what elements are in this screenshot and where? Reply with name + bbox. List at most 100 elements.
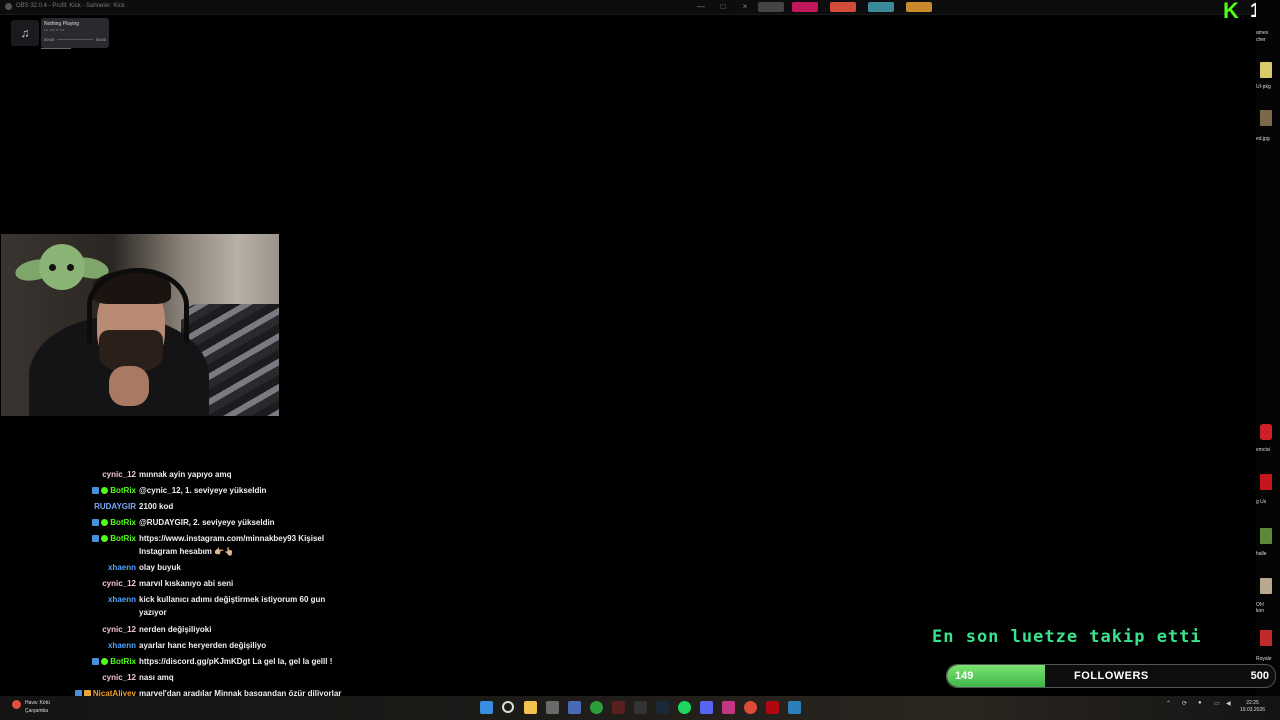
chat-text: @RUDAYGIR, 2. seviyeye yükseldin [139, 518, 275, 527]
thumbnail-3[interactable] [830, 2, 856, 12]
obs-title-bar: OBS 32.0.4 - Profil: Kick - Sahneler: Ki… [0, 0, 1256, 15]
minimize-button[interactable]: — [694, 2, 708, 12]
verified-badge-icon [101, 487, 109, 494]
game-icon [1260, 474, 1272, 490]
thumbnail-1[interactable] [758, 2, 784, 12]
chat-username: cynic_12 [102, 470, 136, 479]
obs-app-icon [5, 3, 12, 10]
kick-logo-icon: K [1223, 0, 1239, 23]
bot-badge-icon [92, 535, 100, 542]
sync-icon[interactable]: ⟳ [1182, 700, 1187, 707]
chat-username: BotRix [110, 534, 136, 543]
verified-badge-icon [101, 535, 109, 542]
chat-username: cynic_12 [102, 625, 136, 634]
chat-text: nerden değişiliyoki [139, 625, 212, 634]
app-icon [1260, 424, 1272, 440]
chat-text: https://www.instagram.com/minnakbey93 Ki… [139, 534, 325, 556]
now-playing-subtitle: ••• •••• •• ••• [44, 27, 65, 32]
streamer-hand [109, 366, 149, 406]
discord-icon[interactable] [700, 701, 713, 714]
media-underline [41, 48, 71, 49]
desktop-icon-label: g Us [1256, 499, 1267, 505]
chat-text: kick kullanıcı adımı değiştirmek istiyor… [139, 595, 326, 617]
desktop-icons-strip: ames cher UI-pkg ed.jpg emcisi g Us hall… [1256, 0, 1280, 720]
verified-badge-icon [101, 519, 109, 526]
close-button[interactable]: × [738, 2, 752, 12]
chat-username: BotRix [110, 518, 136, 527]
clock-date: 19.03.2026 [1240, 707, 1266, 713]
progress-track[interactable] [57, 39, 93, 40]
chat-text: nası amq [139, 673, 174, 682]
desktop-icon-label: ames cher [1256, 30, 1269, 43]
chat-username: cynic_12 [102, 579, 136, 588]
xbox-icon[interactable] [590, 701, 603, 714]
windows-start-icon[interactable] [480, 701, 493, 714]
app-icon[interactable] [612, 701, 625, 714]
file-icon [1260, 62, 1272, 78]
chat-text: marvıl kıskanıyo abi seni [139, 579, 234, 588]
latest-follower-ticker: En son luetze takip etti [932, 627, 1202, 647]
bot-badge-icon [92, 658, 100, 665]
spotify-icon[interactable] [678, 701, 691, 714]
bot-badge-icon [92, 519, 100, 526]
goal-target: 500 [1250, 670, 1269, 682]
goal-current: 149 [955, 670, 974, 682]
chat-username: xhaenn [107, 595, 136, 604]
desktop-icon-label: emcisi [1256, 447, 1271, 453]
mic-icon[interactable]: ● [1198, 700, 1202, 706]
chat-username: BotRix [110, 657, 136, 666]
now-playing-panel: Nothing Playing ••• •••• •• ••• 00:00 00… [41, 18, 109, 48]
music-note-icon: ♫ [11, 20, 39, 46]
volume-icon[interactable]: ◀ [1226, 700, 1231, 707]
chat-username: cynic_12 [102, 673, 136, 682]
game-icon [1260, 528, 1272, 544]
file-explorer-icon[interactable] [524, 701, 537, 714]
windows-taskbar: Hava: Kötü Çarşamba ⌃ ⟳ ● ▭ ◀ 22:25 19.0… [0, 696, 1280, 720]
snipping-icon[interactable] [568, 701, 581, 714]
network-icon[interactable]: ▭ [1214, 700, 1220, 707]
bot-badge-icon [92, 487, 100, 494]
chevron-up-icon[interactable]: ⌃ [1166, 700, 1171, 707]
weather-day: Çarşamba [25, 708, 49, 714]
weather-status: Hava: Kötü [25, 700, 50, 706]
steam-icon[interactable] [656, 701, 669, 714]
netflix-icon[interactable] [766, 701, 779, 714]
desktop-icon-label: Oh! kon [1256, 602, 1265, 614]
maximize-button[interactable]: □ [716, 2, 730, 12]
time-start: 00:00 [44, 37, 55, 42]
follower-goal-bar: 149 FOLLOWERS 500 [946, 664, 1276, 688]
instagram-icon[interactable] [722, 701, 735, 714]
thumbnail-2[interactable] [792, 2, 818, 12]
media-widget[interactable]: ♫ Nothing Playing ••• •••• •• ••• 00:00 … [11, 18, 109, 49]
chat-text: ayarlar hanc heryerden değişiliyo [139, 641, 267, 650]
window-title: OBS 32.0.4 - Profil: Kick - Sahneler: Ki… [16, 3, 125, 9]
chat-text: https://discord.gg/pKJmKDgt La gel la, g… [139, 657, 333, 666]
chat-text: 2100 kod [139, 502, 174, 511]
weather-icon [12, 700, 21, 709]
thumbnail-4[interactable] [868, 2, 894, 12]
monitor-icon[interactable] [788, 701, 801, 714]
thumbnail-5[interactable] [906, 2, 932, 12]
display-icon[interactable] [634, 701, 647, 714]
chat-username: BotRix [110, 486, 136, 495]
taskbar-clock[interactable]: 22:25 19.03.2026 [1240, 700, 1265, 714]
time-end: 00:00 [95, 37, 106, 42]
chat-username: xhaenn [107, 641, 136, 650]
clock-time: 22:25 [1246, 700, 1259, 706]
calculator-icon[interactable] [546, 701, 559, 714]
chrome-icon[interactable] [744, 701, 757, 714]
chat-username: RUDAYGIR [94, 502, 136, 511]
desktop-icon-label: halle [1256, 551, 1267, 557]
headset [87, 268, 189, 343]
goal-label: FOLLOWERS [1074, 670, 1149, 682]
verified-badge-icon [101, 658, 109, 665]
chat-text: @cynic_12, 1. seviyeye yükseldin [139, 486, 267, 495]
chat-text: mınnak ayin yapıyo amq [139, 470, 232, 479]
desktop-icon-label: ed.jpg [1256, 136, 1270, 142]
chat-username: xhaenn [107, 563, 136, 572]
game-icon [1260, 578, 1272, 594]
webcam-feed [1, 234, 279, 416]
desktop-icon-label: UI-pkg [1256, 84, 1271, 90]
chat-text: olay buyuk [139, 563, 181, 572]
search-icon[interactable] [502, 701, 514, 713]
